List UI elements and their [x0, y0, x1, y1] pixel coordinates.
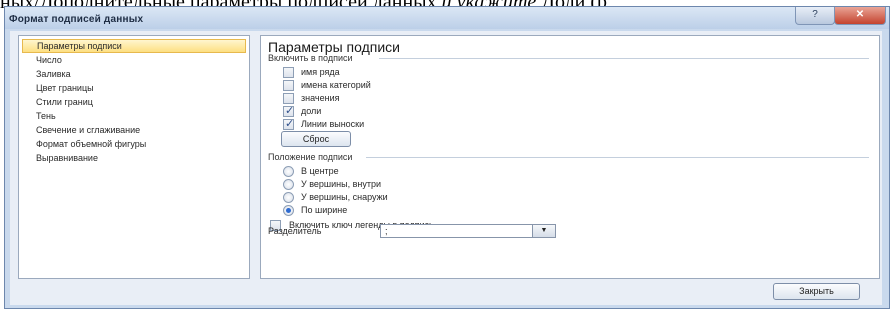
- sidebar-item-3d-format[interactable]: Формат объемной фигуры: [22, 137, 246, 151]
- leader-lines-checkbox[interactable]: [283, 117, 294, 130]
- sidebar-item-label: Тень: [36, 111, 56, 121]
- series-name-checkbox[interactable]: [283, 67, 294, 78]
- title-bar[interactable]: Формат подписей данных ? ✕: [5, 7, 889, 29]
- leader-lines-label: Линии выноски: [301, 119, 365, 129]
- position-outside-end-label: У вершины, снаружи: [301, 192, 388, 202]
- values-checkbox[interactable]: [283, 93, 294, 104]
- chevron-down-icon[interactable]: ▼: [532, 225, 555, 237]
- help-button[interactable]: ?: [795, 7, 835, 25]
- category-names-checkbox[interactable]: [283, 80, 294, 91]
- sidebar-item-label: Формат объемной фигуры: [36, 139, 147, 149]
- position-best-fit-label: По ширине: [301, 205, 348, 215]
- position-inside-end-label: У вершины, внутри: [301, 179, 382, 189]
- sidebar-item-border-color[interactable]: Цвет границы: [22, 81, 246, 95]
- reset-button[interactable]: Сброс: [281, 131, 351, 147]
- position-center-radio[interactable]: [283, 166, 294, 177]
- label-options-panel: Параметры подписи Включить в подписи имя…: [260, 35, 880, 279]
- dialog-client-area: Параметры подписи Число Заливка Цвет гра…: [10, 31, 882, 305]
- sidebar-item-label: Выравнивание: [36, 153, 98, 163]
- window-close-button[interactable]: ✕: [834, 7, 886, 25]
- close-button[interactable]: Закрыть: [773, 283, 860, 300]
- sidebar-item-label: Заливка: [36, 69, 71, 79]
- separator-value: ;: [385, 226, 388, 236]
- position-inside-end-radio[interactable]: [283, 179, 294, 190]
- position-outside-end-radio[interactable]: [283, 192, 294, 203]
- percentage-label: доли: [301, 106, 322, 116]
- sidebar-item-shadow[interactable]: Тень: [22, 109, 246, 123]
- sidebar-item-label-options[interactable]: Параметры подписи: [22, 39, 246, 53]
- sidebar-item-label: Свечение и сглаживание: [36, 125, 141, 135]
- category-names-label: имена категорий: [301, 80, 371, 90]
- include-section-title: Включить в подписи: [268, 53, 353, 63]
- section-divider: [366, 157, 869, 158]
- separator-select[interactable]: ; ▼: [380, 224, 556, 238]
- dialog-title: Формат подписей данных: [9, 14, 144, 25]
- position-center-label: В центре: [301, 166, 339, 176]
- sidebar-item-fill[interactable]: Заливка: [22, 67, 246, 81]
- separator-label: Разделитель: [268, 226, 322, 236]
- sidebar-item-alignment[interactable]: Выравнивание: [22, 151, 246, 165]
- category-sidebar: Параметры подписи Число Заливка Цвет гра…: [18, 35, 250, 279]
- sidebar-item-label: Цвет границы: [36, 83, 94, 93]
- position-section-title: Положение подписи: [268, 152, 353, 162]
- sidebar-item-label: Параметры подписи: [37, 41, 122, 51]
- percentage-checkbox[interactable]: [283, 104, 294, 117]
- series-name-label: имя ряда: [301, 67, 340, 77]
- format-data-labels-dialog: Формат подписей данных ? ✕ Параметры под…: [4, 6, 890, 309]
- sidebar-item-border-styles[interactable]: Стили границ: [22, 95, 246, 109]
- sidebar-item-label: Число: [36, 55, 62, 65]
- sidebar-item-label: Стили границ: [36, 97, 93, 107]
- values-label: значения: [301, 93, 340, 103]
- position-best-fit-radio[interactable]: [283, 205, 294, 216]
- sidebar-item-number[interactable]: Число: [22, 53, 246, 67]
- sidebar-item-glow-soft-edges[interactable]: Свечение и сглаживание: [22, 123, 246, 137]
- section-divider: [379, 58, 869, 59]
